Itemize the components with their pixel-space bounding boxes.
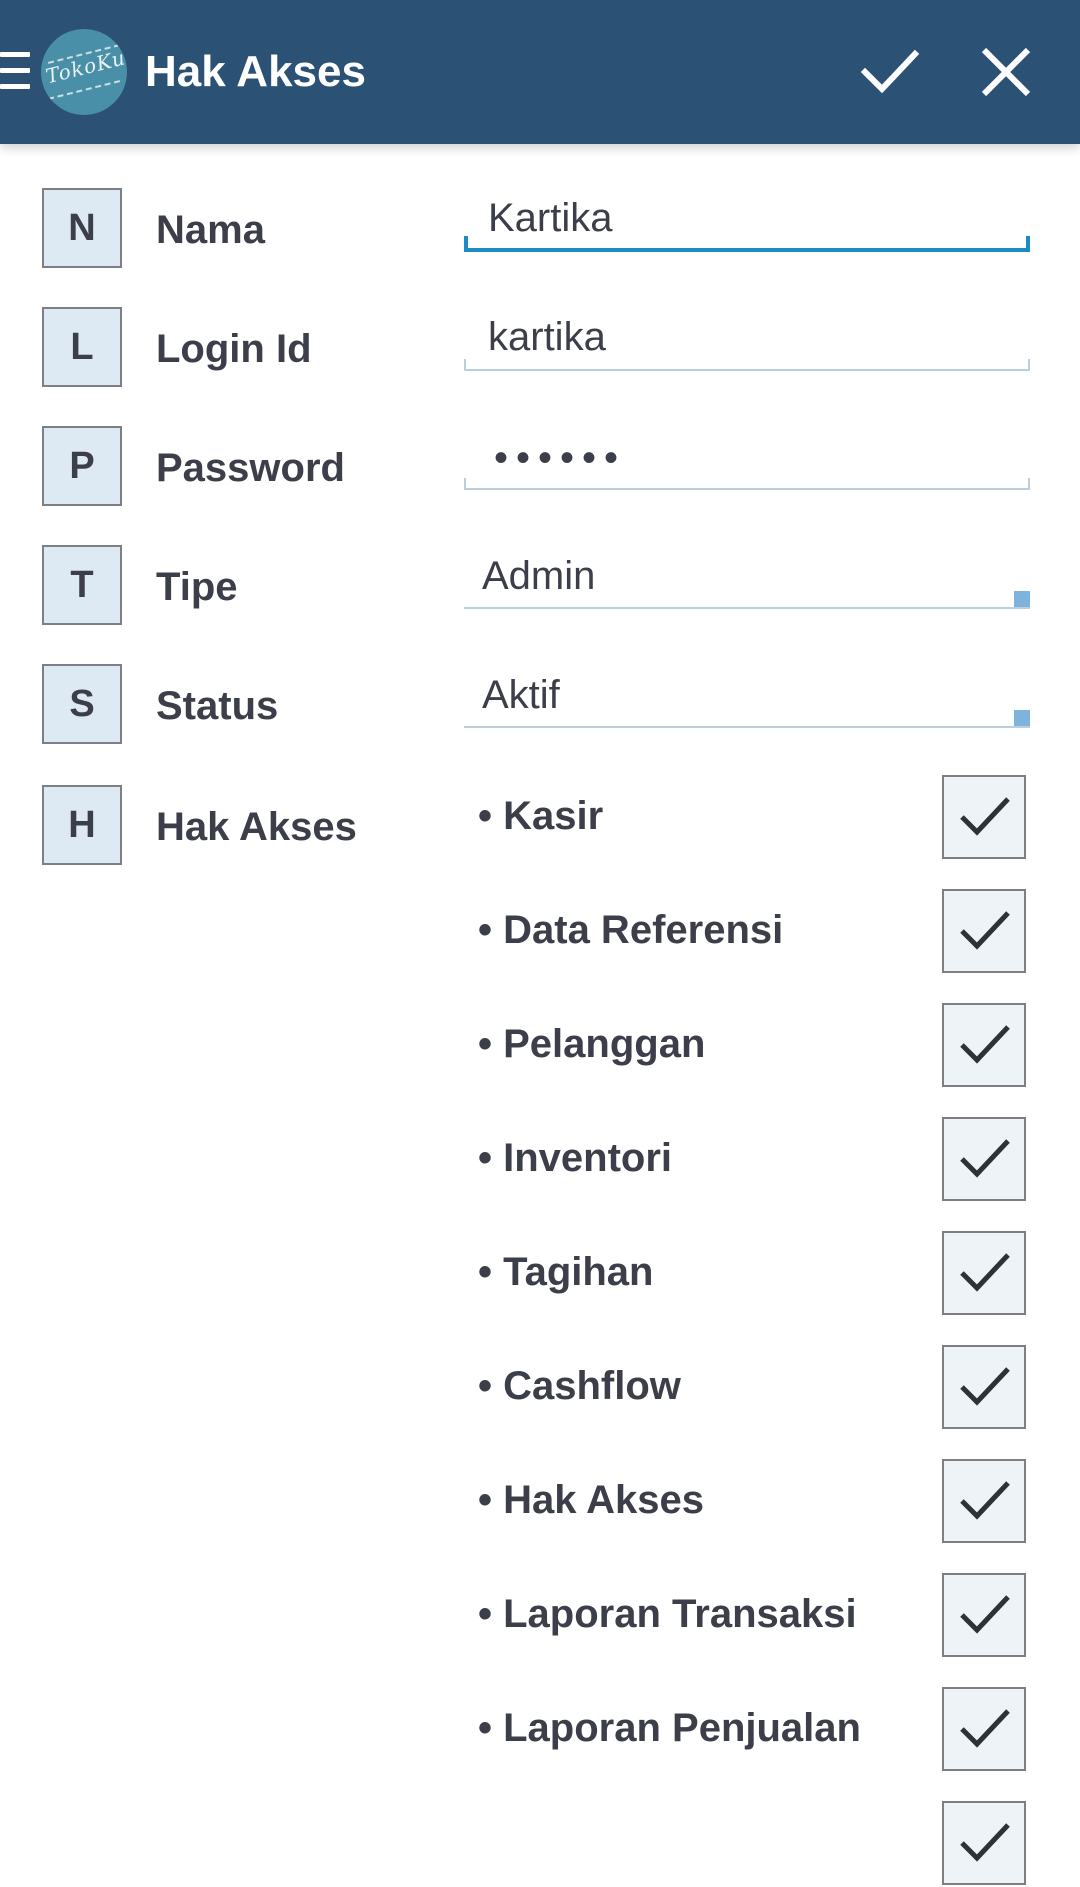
checkmark-icon bbox=[960, 1823, 1010, 1862]
nama-label: Nama bbox=[156, 208, 265, 252]
permission-label: • Pelanggan bbox=[478, 1022, 706, 1066]
status-selected-value: Aktif bbox=[482, 673, 560, 717]
checkmark-icon bbox=[960, 911, 1010, 950]
permission-checkbox[interactable] bbox=[942, 889, 1026, 973]
checkmark-icon bbox=[960, 1367, 1010, 1406]
status-select[interactable]: Aktif bbox=[464, 666, 1030, 728]
permission-item: • Cashflow bbox=[478, 1345, 1038, 1431]
permission-checkbox[interactable] bbox=[942, 775, 1026, 859]
login-id-label: Login Id bbox=[156, 327, 312, 371]
login-id-initial-badge: L bbox=[42, 307, 122, 387]
password-masked-value: •••••• bbox=[494, 436, 627, 480]
permission-label: • Inventori bbox=[478, 1136, 673, 1180]
checkmark-icon bbox=[860, 49, 920, 94]
permission-item: • Hak Akses bbox=[478, 1459, 1038, 1545]
app-bar: TokoKu Hak Akses bbox=[0, 0, 1080, 144]
hak-akses-label: Hak Akses bbox=[156, 805, 357, 849]
tokoku-logo: TokoKu bbox=[41, 29, 127, 115]
status-label: Status bbox=[156, 684, 279, 728]
checkmark-icon bbox=[960, 1025, 1010, 1064]
tipe-selected-value: Admin bbox=[482, 554, 596, 598]
password-label: Password bbox=[156, 446, 345, 490]
confirm-button[interactable] bbox=[860, 42, 920, 102]
nama-field bbox=[464, 190, 1030, 252]
close-x-icon bbox=[981, 47, 1031, 97]
permission-label: • Cashflow bbox=[478, 1364, 681, 1408]
permission-checkbox[interactable] bbox=[942, 1687, 1026, 1771]
permission-label: • Kasir bbox=[478, 794, 604, 838]
dropdown-corner-icon bbox=[1014, 591, 1030, 607]
permission-checkbox[interactable] bbox=[942, 1003, 1026, 1087]
permission-item: • Tagihan bbox=[478, 1231, 1038, 1317]
permission-checkbox[interactable] bbox=[942, 1459, 1026, 1543]
permission-item bbox=[478, 1801, 1038, 1887]
permission-checkbox[interactable] bbox=[942, 1117, 1026, 1201]
permission-item: • Laporan Transaksi bbox=[478, 1573, 1038, 1659]
permission-label: • Laporan Transaksi bbox=[478, 1592, 857, 1636]
permission-checkbox[interactable] bbox=[942, 1801, 1026, 1885]
password-field[interactable]: •••••• bbox=[464, 428, 1030, 490]
tipe-select[interactable]: Admin bbox=[464, 547, 1030, 609]
checkmark-icon bbox=[960, 1709, 1010, 1748]
permission-checkbox[interactable] bbox=[942, 1231, 1026, 1315]
hak-akses-initial-badge: H bbox=[42, 785, 122, 865]
nama-initial-badge: N bbox=[42, 188, 122, 268]
hamburger-menu-icon[interactable] bbox=[0, 52, 30, 92]
permission-label: • Laporan Penjualan bbox=[478, 1706, 861, 1750]
permission-label: • Data Referensi bbox=[478, 908, 784, 952]
dropdown-corner-icon bbox=[1014, 710, 1030, 726]
page-title: Hak Akses bbox=[145, 47, 366, 96]
checkmark-icon bbox=[960, 1139, 1010, 1178]
checkmark-icon bbox=[960, 1481, 1010, 1520]
close-button[interactable] bbox=[976, 42, 1036, 102]
checkmark-icon bbox=[960, 797, 1010, 836]
permission-item: • Inventori bbox=[478, 1117, 1038, 1203]
permission-label: • Hak Akses bbox=[478, 1478, 704, 1522]
permission-item: • Kasir bbox=[478, 775, 1038, 861]
permission-checkbox[interactable] bbox=[942, 1573, 1026, 1657]
permission-item: • Data Referensi bbox=[478, 889, 1038, 975]
checkmark-icon bbox=[960, 1595, 1010, 1634]
permission-item: • Laporan Penjualan bbox=[478, 1687, 1038, 1773]
checkmark-icon bbox=[960, 1253, 1010, 1292]
password-initial-badge: P bbox=[42, 426, 122, 506]
login-id-field bbox=[464, 309, 1030, 371]
nama-input[interactable] bbox=[488, 190, 1008, 246]
tipe-initial-badge: T bbox=[42, 545, 122, 625]
permission-item: • Pelanggan bbox=[478, 1003, 1038, 1089]
tipe-label: Tipe bbox=[156, 565, 238, 609]
permission-label: • Tagihan bbox=[478, 1250, 654, 1294]
login-id-input[interactable] bbox=[488, 309, 1008, 365]
permission-checkbox[interactable] bbox=[942, 1345, 1026, 1429]
status-initial-badge: S bbox=[42, 664, 122, 744]
